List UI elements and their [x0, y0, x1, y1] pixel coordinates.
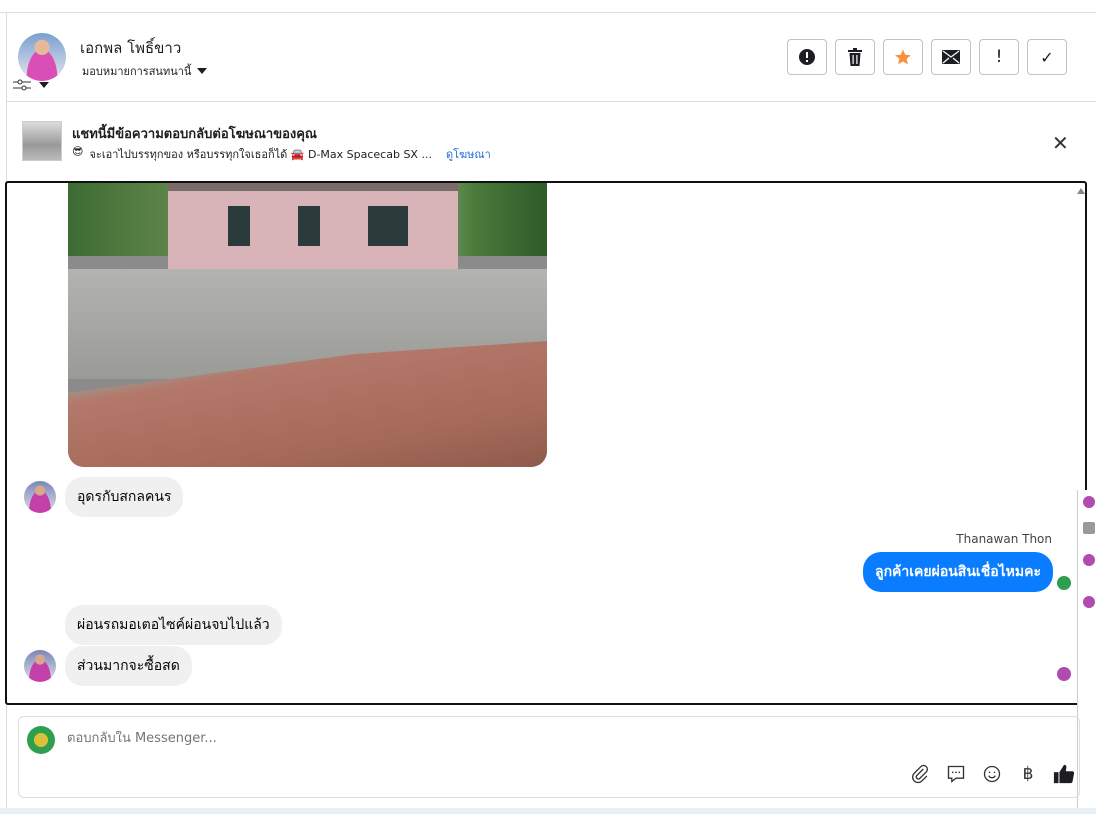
composer-toolbar: ฿	[909, 763, 1075, 785]
ad-reply-banner: แชทนี้มีข้อความตอบกลับต่อโฆษณาของคุณ 😎 จ…	[7, 103, 1096, 179]
paperclip-icon[interactable]	[909, 763, 931, 785]
star-icon	[895, 49, 911, 65]
mark-unread-button[interactable]	[931, 39, 971, 75]
priority-button[interactable]: !	[979, 39, 1019, 75]
message-bubble[interactable]: อุดรกับสกลคนร	[65, 477, 184, 517]
mark-done-button[interactable]: ✓	[1027, 39, 1067, 75]
ad-banner-title: แชทนี้มีข้อความตอบกลับต่อโฆษณาของคุณ	[72, 127, 317, 142]
assign-conversation-dropdown[interactable]: มอบหมายการสนทนานี้	[82, 62, 208, 80]
contact-name[interactable]: เอกพล โพธิ์ขาว	[80, 36, 181, 60]
exclamation-icon: !	[995, 47, 1003, 67]
filter-dropdown[interactable]	[13, 79, 49, 91]
message-row-incoming: ส่วนมากจะซื้อสด	[24, 646, 192, 686]
contact-avatar-small	[24, 650, 56, 682]
message-bubble-outgoing[interactable]: ลูกค้าเคยผ่อนสินเชื่อไหมคะ	[862, 552, 1053, 592]
saved-replies-icon[interactable]	[945, 763, 967, 785]
view-ad-link[interactable]: ดูโฆษณา	[446, 145, 491, 163]
message-row-incoming: อุดรกับสกลคนร	[24, 477, 184, 517]
message-bubble[interactable]: ผ่อนรถมอเตอไซค์ผ่อนจบไปแล้ว	[65, 605, 282, 645]
ad-text: จะเอาไปบรรทุกของ หรือบรรทุกใจเธอก็ได้ 🚘 …	[89, 148, 432, 161]
ad-banner-subtitle: 😎 จะเอาไปบรรทุกของ หรือบรรทุกใจเธอก็ได้ …	[72, 145, 491, 163]
message-thread[interactable]: อุดรกับสกลคนร Thanawan Thon ลูกค้าเคยผ่อ…	[5, 181, 1087, 705]
message-row-outgoing: ลูกค้าเคยผ่อนสินเชื่อไหมคะ	[862, 552, 1071, 592]
trash-icon	[848, 48, 862, 66]
chevron-down-icon	[39, 82, 49, 88]
conversation-header: เอกพล โพธิ์ขาว มอบหมายการสนทนานี้ ! ✓	[7, 13, 1096, 102]
contact-avatar[interactable]	[18, 33, 66, 81]
message-image-attachment[interactable]	[68, 183, 547, 467]
star-button[interactable]	[883, 39, 923, 75]
payment-baht-icon[interactable]: ฿	[1017, 763, 1039, 785]
report-button[interactable]	[787, 39, 827, 75]
message-bubble[interactable]: ส่วนมากจะซื้อสด	[65, 646, 192, 686]
check-icon: ✓	[1040, 47, 1054, 67]
chevron-down-icon	[197, 68, 208, 74]
seen-avatar	[1057, 576, 1071, 590]
bottom-bar	[0, 808, 1096, 814]
thumbs-up-icon[interactable]	[1053, 763, 1075, 785]
delete-button[interactable]	[835, 39, 875, 75]
envelope-icon	[942, 50, 960, 64]
sliders-icon	[13, 79, 31, 91]
sender-name: Thanawan Thon	[956, 532, 1052, 546]
scrollbar-up-arrow[interactable]	[1077, 188, 1085, 194]
sunglasses-emoji-icon: 😎	[72, 145, 84, 158]
ad-thumbnail	[22, 121, 62, 161]
action-toolbar: ! ✓	[787, 39, 1067, 75]
alert-octagon-icon	[799, 49, 815, 65]
close-icon[interactable]: ✕	[1052, 131, 1069, 155]
page-avatar	[27, 726, 55, 754]
emoji-icon[interactable]	[981, 763, 1003, 785]
reply-input[interactable]	[67, 731, 867, 746]
reply-composer: ฿	[18, 716, 1080, 798]
contact-avatar-small	[24, 481, 56, 513]
read-receipt-avatar	[1057, 667, 1071, 681]
message-row-incoming: ผ่อนรถมอเตอไซค์ผ่อนจบไปแล้ว	[65, 605, 282, 645]
assign-label: มอบหมายการสนทนานี้	[82, 65, 192, 78]
